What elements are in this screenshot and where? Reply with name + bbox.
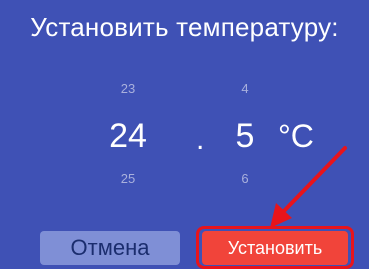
temperature-dialog: Установить температуру: 23 24 25 . 4 5 6… bbox=[0, 0, 369, 269]
red-arrow-icon bbox=[270, 146, 347, 228]
